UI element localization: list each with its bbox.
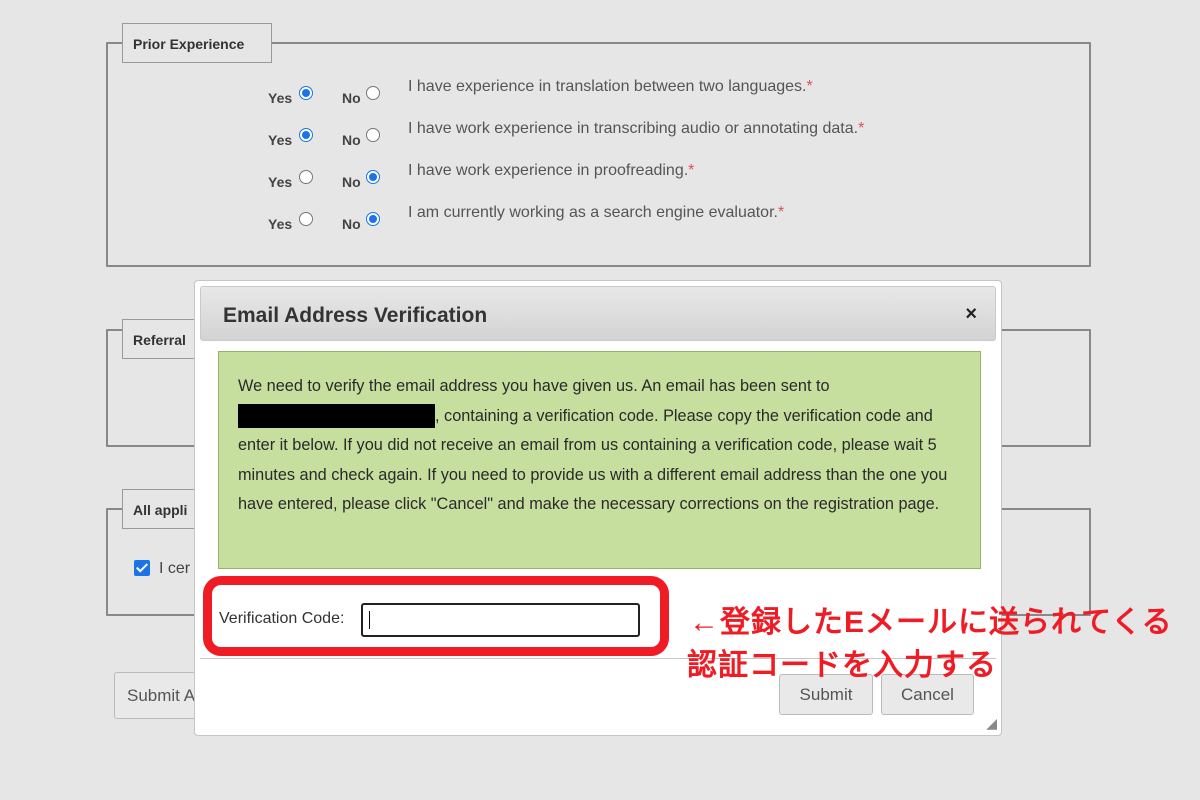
required-mark: * (777, 204, 785, 221)
required-mark: * (806, 78, 813, 95)
prior-experience-section: Prior Experience Yes No I have experience … (106, 23, 1091, 267)
yes-radio[interactable] (299, 212, 313, 226)
dialog-title: Email Address Verification (223, 304, 488, 327)
yes-label: Yes (268, 174, 293, 190)
annotation-line-1: ←登録したEメールに送られてくる (689, 606, 1173, 639)
question-row: Yes No I have work experience in proofread… (108, 162, 1098, 192)
required-mark: * (858, 120, 865, 137)
question-row: Yes No I have experience in translation be… (108, 78, 1098, 108)
prior-experience-legend: Prior Experience (122, 23, 272, 63)
certify-checkbox[interactable] (134, 560, 150, 576)
yes-radio[interactable] (299, 170, 313, 184)
yes-radio[interactable] (299, 86, 313, 100)
verification-code-highlight (203, 576, 669, 656)
verification-notice: We need to verify the email address you … (218, 351, 981, 569)
notice-text-start: We need to verify the email address you … (238, 377, 830, 395)
question-text: I am currently working as a search engin… (408, 204, 785, 221)
question-row: Yes No I have work experience in transcrib… (108, 120, 1098, 150)
yes-label: Yes (268, 216, 293, 232)
yes-label: Yes (268, 132, 293, 148)
yes-radio[interactable] (299, 128, 313, 142)
no-label: No (342, 174, 361, 190)
no-radio[interactable] (366, 212, 380, 226)
redacted-email (238, 404, 435, 429)
yes-label: Yes (268, 90, 293, 106)
question-text: I have work experience in proofreading.* (408, 162, 695, 179)
certify-text: I cer (159, 560, 191, 577)
close-icon[interactable]: × (965, 303, 977, 326)
no-label: No (342, 90, 361, 106)
question-text: I have experience in translation between… (408, 78, 813, 95)
dialog-header: Email Address Verification × (200, 286, 996, 341)
no-radio[interactable] (366, 128, 380, 142)
annotation-line-2: 認証コードを入力する (687, 649, 997, 682)
no-radio[interactable] (366, 86, 380, 100)
no-radio[interactable] (366, 170, 380, 184)
no-label: No (342, 216, 361, 232)
resize-handle-icon[interactable]: ◢ (986, 715, 997, 732)
question-row: Yes No I am currently working as a search … (108, 204, 1098, 234)
question-text: I have work experience in transcribing a… (408, 120, 865, 137)
no-label: No (342, 132, 361, 148)
required-mark: * (688, 162, 695, 179)
